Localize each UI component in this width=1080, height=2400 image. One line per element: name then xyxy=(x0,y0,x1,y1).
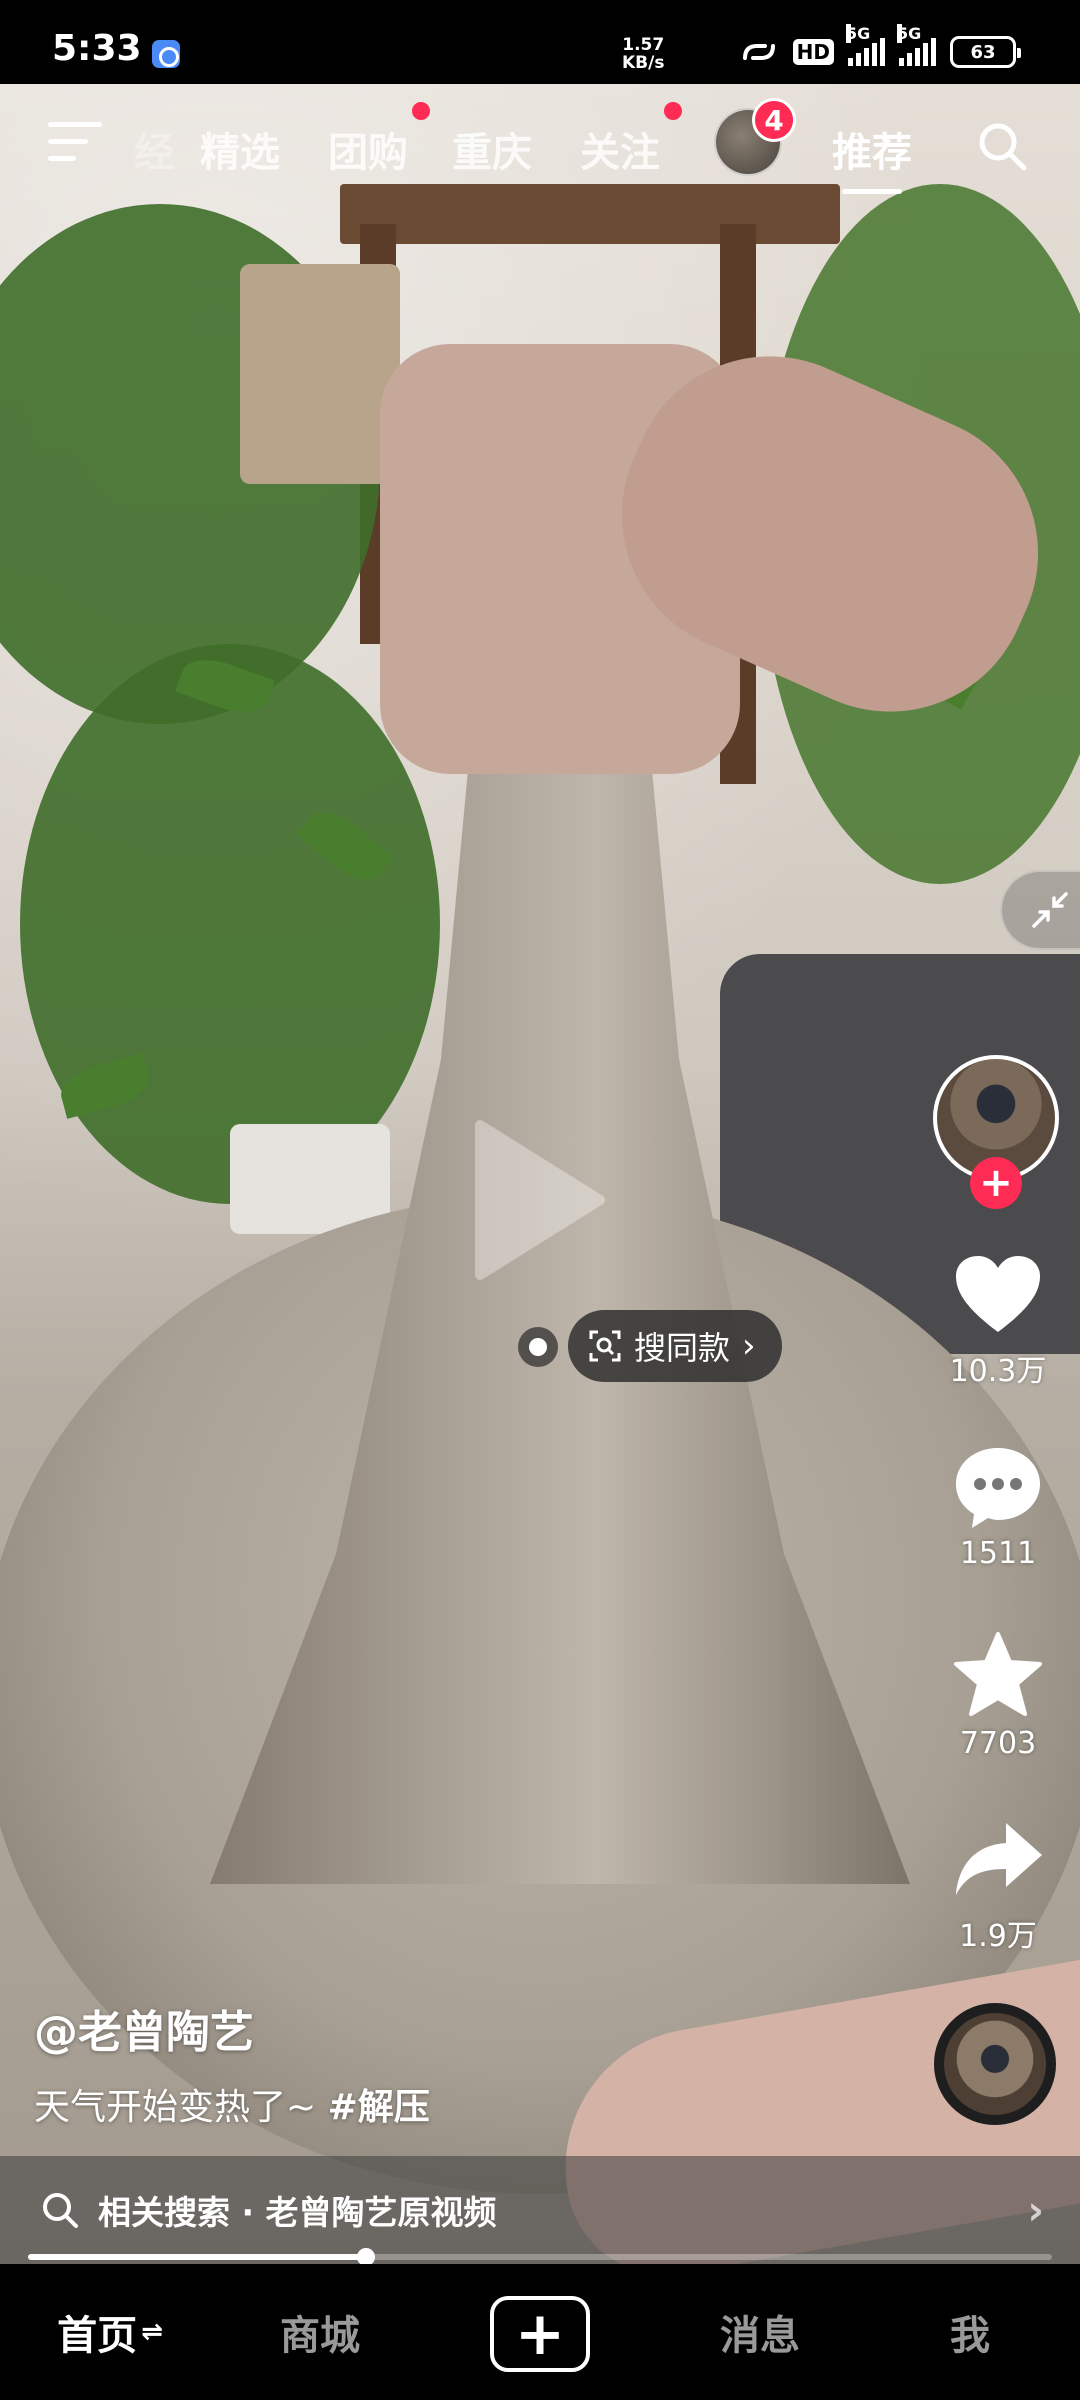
signal-icon-2: 5G xyxy=(897,24,936,66)
heart-icon xyxy=(956,1256,1040,1332)
timeline-marker[interactable] xyxy=(518,1327,558,1367)
follow-button[interactable]: + xyxy=(970,1157,1022,1209)
status-bar: 5:33 1.57 KB/s HD 5G 5G 63 xyxy=(0,0,1080,84)
video-progress-fill xyxy=(28,2254,366,2260)
comment-icon xyxy=(956,1448,1040,1528)
status-time: 5:33 xyxy=(52,28,142,69)
group-buy-dot xyxy=(412,102,430,120)
nav-mall[interactable]: 商城 xyxy=(240,2264,400,2400)
author-name[interactable]: @老曾陶艺 xyxy=(34,1996,254,2060)
star-icon xyxy=(954,1632,1042,1716)
share-icon xyxy=(956,1823,1042,1895)
search-icon xyxy=(43,2193,78,2228)
app-notification-icon xyxy=(152,40,180,68)
scan-search-icon xyxy=(589,1330,621,1362)
menu-icon[interactable] xyxy=(48,122,102,164)
nav-home[interactable]: 首页 ⇌ xyxy=(30,2264,190,2400)
shrink-icon xyxy=(1032,892,1068,928)
play-icon[interactable] xyxy=(470,1115,610,1285)
bottom-nav: 首页 ⇌ 商城 + 消息 我 xyxy=(0,2264,1080,2400)
like-count: 10.3万 xyxy=(949,1354,1047,1389)
tab-group-buy[interactable]: 团购 xyxy=(328,120,408,178)
search-icon[interactable] xyxy=(976,120,1028,172)
top-nav: 经 精选 团购 重庆 关注 4 推荐 xyxy=(0,84,1080,204)
search-same-button[interactable]: 搜同款 › xyxy=(568,1310,782,1382)
tab-following[interactable]: 关注 xyxy=(580,120,660,178)
share-button[interactable]: 1.9万 xyxy=(940,1815,1056,1955)
status-indicators: HD 5G 5G 63 xyxy=(739,24,1021,70)
tab-faded[interactable]: 经 xyxy=(134,120,174,178)
nav-home-label: 首页 xyxy=(57,2313,138,2359)
hd-voice-badge: HD xyxy=(792,39,834,65)
search-same-label: 搜同款 xyxy=(634,1329,731,1367)
chevron-right-icon: › xyxy=(1027,2188,1044,2234)
hashtag-link[interactable]: #解压 xyxy=(328,2087,430,2128)
music-disc[interactable] xyxy=(934,2003,1056,2125)
battery-icon: 63 xyxy=(950,36,1021,68)
tab-recommended[interactable]: 推荐 xyxy=(832,120,912,194)
network-speed-value: 1.57 xyxy=(622,35,665,55)
link-icon xyxy=(742,44,775,60)
friend-count-badge: 4 xyxy=(752,98,796,142)
signal-icon: 5G xyxy=(846,24,885,66)
favorite-button[interactable]: 7703 xyxy=(940,1630,1056,1761)
create-button[interactable]: + xyxy=(490,2296,590,2372)
shrink-button[interactable] xyxy=(1000,870,1080,950)
battery-level: 63 xyxy=(970,41,996,63)
comment-count: 1511 xyxy=(959,1536,1037,1571)
video-caption: 天气开始变热了~ #解压 xyxy=(34,2078,430,2130)
switch-icon: ⇌ xyxy=(141,2317,163,2347)
comment-button[interactable]: 1511 xyxy=(940,1440,1056,1571)
favorite-count: 7703 xyxy=(959,1726,1037,1761)
signal-label-2: 5G xyxy=(897,24,922,43)
network-speed: 1.57 KB/s xyxy=(622,36,664,72)
related-search-label: 相关搜索 · 老曾陶艺原视频 xyxy=(98,2193,497,2232)
related-search-bar[interactable]: 相关搜索 · 老曾陶艺原视频 › xyxy=(0,2156,1080,2264)
tab-featured[interactable]: 精选 xyxy=(200,120,280,178)
video-progress-bar[interactable] xyxy=(28,2248,1052,2266)
network-speed-unit: KB/s xyxy=(622,53,665,73)
ceramic-pot xyxy=(240,264,400,484)
nav-messages[interactable]: 消息 xyxy=(680,2264,840,2400)
following-dot xyxy=(664,102,682,120)
signal-label: 5G xyxy=(846,24,871,43)
tab-chongqing[interactable]: 重庆 xyxy=(452,120,532,178)
share-count: 1.9万 xyxy=(959,1919,1037,1954)
like-button[interactable]: 10.3万 xyxy=(940,1250,1056,1390)
nav-me[interactable]: 我 xyxy=(900,2264,1040,2400)
chevron-right-icon: › xyxy=(742,1326,756,1366)
caption-text: 天气开始变热了~ xyxy=(34,2087,317,2128)
